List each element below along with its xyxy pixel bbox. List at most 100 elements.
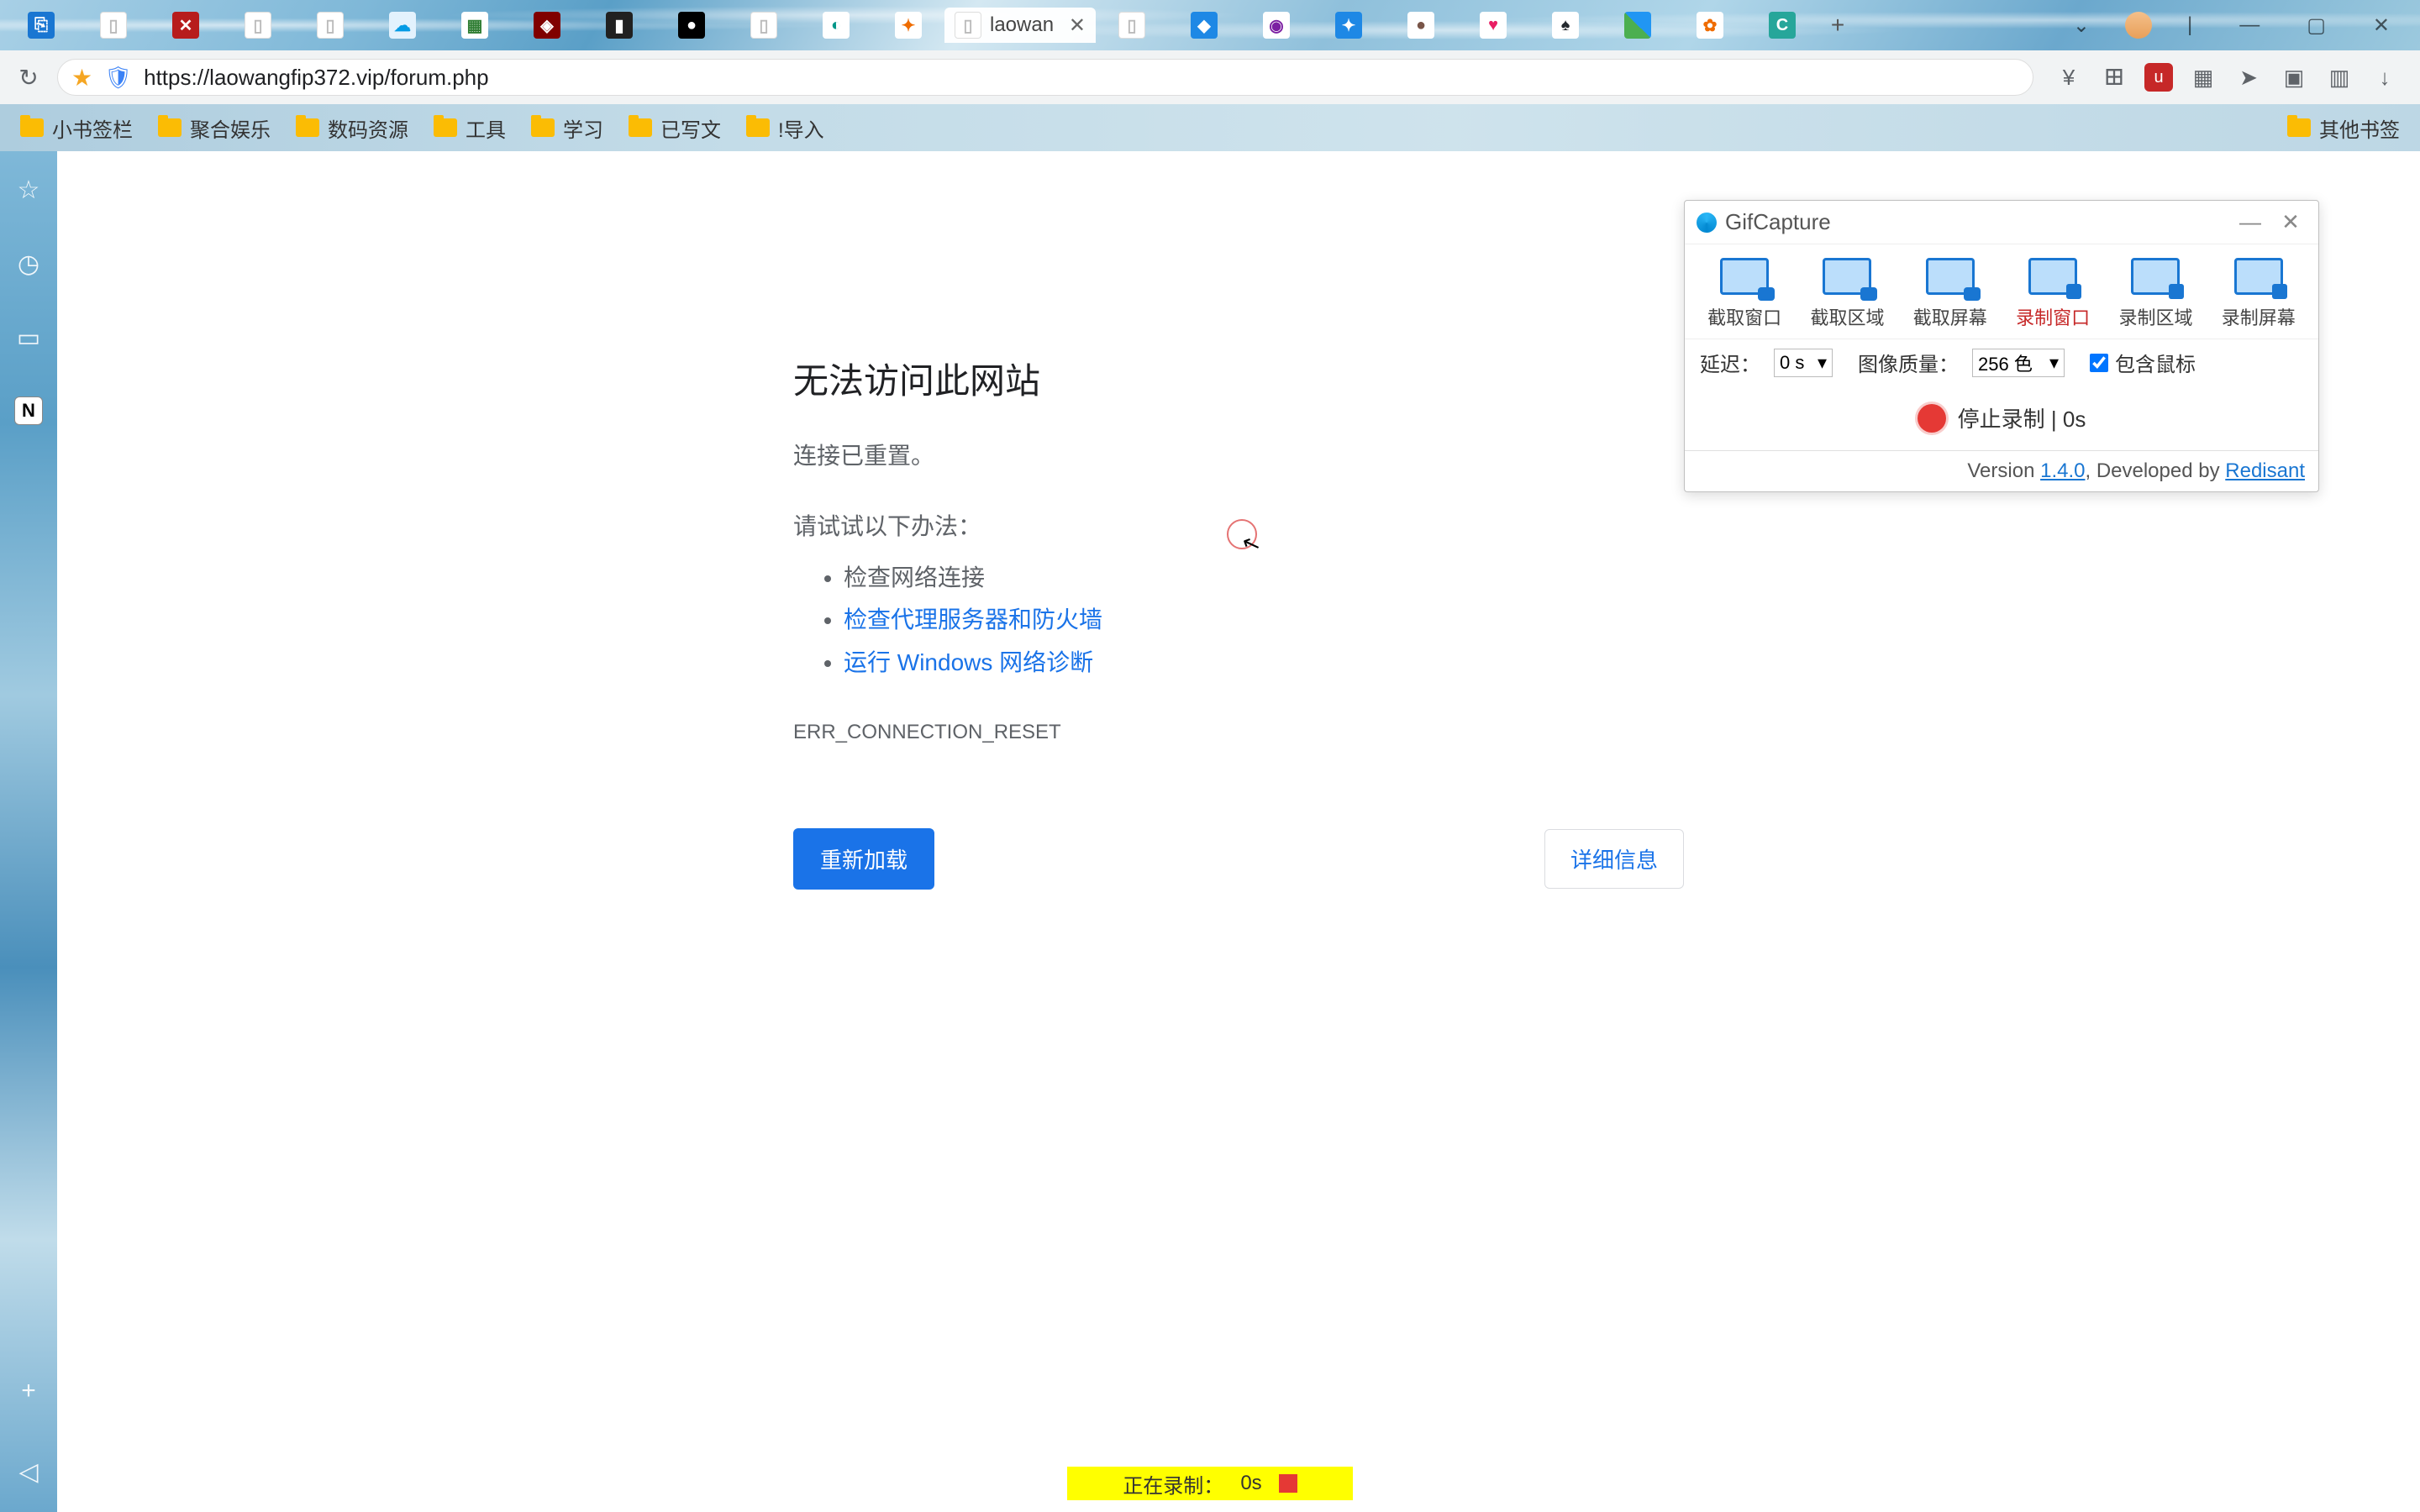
delay-select[interactable]: 0 s▾ [1774, 349, 1833, 377]
sidebar-add-icon[interactable]: + [13, 1376, 44, 1406]
record-window-icon [2028, 258, 2077, 295]
window-close-button[interactable]: ✕ [2361, 8, 2402, 43]
bookmark-folder-7[interactable]: !导入 [746, 113, 824, 143]
error-diag-link[interactable]: 运行 Windows 网络诊断 [844, 649, 1093, 675]
tab-5[interactable]: ▯ [294, 8, 366, 43]
tab-close-icon[interactable]: ✕ [1069, 13, 1086, 38]
sidebar-briefcase-icon[interactable]: ▭ [13, 323, 44, 353]
error-subtext: 连接已重置。 [793, 438, 1684, 471]
ext-panel-icon[interactable]: ▥ [2324, 62, 2354, 92]
new-tab-button[interactable]: + [1818, 8, 1857, 43]
reload-button[interactable]: ↻ [13, 62, 44, 92]
folder-icon [434, 118, 457, 137]
tab-6[interactable]: ☁ [366, 8, 439, 43]
error-suggestion-1: 检查网络连接 [844, 557, 1684, 599]
tab-21[interactable]: ♠ [1529, 8, 1602, 43]
bookmark-star-icon[interactable]: ★ [71, 64, 92, 92]
folder-icon [531, 118, 555, 137]
mode-capture-screen[interactable]: 截取屏幕 [1904, 258, 1996, 330]
tab-list-icon[interactable]: ⌄ [2061, 8, 2102, 43]
address-bar[interactable]: ★ 🛡 https://laowangfip372.vip/forum.php [57, 59, 2033, 96]
error-sub-suffix: 。 [911, 443, 934, 469]
ext-ublock-icon[interactable]: u [2144, 63, 2173, 92]
folder-icon [2287, 118, 2311, 137]
tab-23[interactable]: ✿ [1674, 8, 1746, 43]
browser-toolbar: ↻ ★ 🛡 https://laowangfip372.vip/forum.ph… [0, 50, 2420, 104]
tab-8[interactable]: ◈ [511, 8, 583, 43]
tab-10[interactable]: ● [655, 8, 728, 43]
ext-send-icon[interactable]: ➤ [2233, 62, 2264, 92]
dev-prefix: , Developed by [2085, 459, 2225, 482]
tab-18[interactable]: ✦ [1313, 8, 1385, 43]
tab-16[interactable]: ◆ [1168, 8, 1240, 43]
sidebar-collapse-icon[interactable]: ◁ [13, 1457, 44, 1487]
tab-19[interactable]: ● [1385, 8, 1457, 43]
mode-capture-region[interactable]: 截取区域 [1801, 258, 1893, 330]
tab-7[interactable]: ▦ [439, 8, 511, 43]
folder-icon [296, 118, 319, 137]
tab-3[interactable]: ✕ [150, 8, 222, 43]
error-sub-bold: 已重置 [840, 443, 911, 469]
gifcapture-window[interactable]: GifCapture — ✕ 截取窗口 截取区域 截取屏幕 录制窗口 录制区域 … [1684, 200, 2319, 492]
sidebar-notion-icon[interactable]: N [14, 396, 43, 425]
tab-11[interactable]: ▯ [728, 8, 800, 43]
mode-capture-window[interactable]: 截取窗口 [1698, 258, 1791, 330]
tab-13[interactable]: ✦ [872, 8, 944, 43]
ext-money-icon[interactable]: ¥ [2054, 62, 2084, 92]
bookmark-other[interactable]: 其他书签 [2287, 113, 2400, 143]
mode-record-screen[interactable]: 录制屏幕 [2212, 258, 2305, 330]
tab-20[interactable]: ♥ [1457, 8, 1529, 43]
tab-22[interactable] [1602, 8, 1674, 43]
bookmark-folder-3[interactable]: 数码资源 [296, 113, 408, 143]
gifcapture-titlebar[interactable]: GifCapture — ✕ [1685, 201, 2318, 244]
bookmark-folder-2[interactable]: 聚合娱乐 [158, 113, 271, 143]
tab-4[interactable]: ▯ [222, 8, 294, 43]
error-proxy-link[interactable]: 检查代理服务器和防火墙 [844, 606, 1102, 633]
mode-record-region[interactable]: 录制区域 [2109, 258, 2202, 330]
ext-download-icon[interactable]: ↓ [2370, 62, 2400, 92]
tab-12[interactable]: ◐ [800, 8, 872, 43]
record-region-icon [2131, 258, 2180, 295]
delay-value: 0 s [1780, 352, 1804, 374]
reload-page-button[interactable]: 重新加载 [793, 828, 934, 890]
gifcapture-record-row[interactable]: 停止录制 | 0s [1685, 386, 2318, 450]
tab-15[interactable]: ▯ [1096, 8, 1168, 43]
quality-select[interactable]: 256 色▾ [1972, 349, 2065, 377]
mode-record-window[interactable]: 录制窗口 [2007, 258, 2099, 330]
bookmark-folder-6[interactable]: 已写文 [629, 113, 721, 143]
bookmark-label: 其他书签 [2319, 113, 2400, 143]
bookmark-folder-5[interactable]: 学习 [531, 113, 603, 143]
tab-2[interactable]: ▯ [77, 8, 150, 43]
record-screen-icon [2234, 258, 2283, 295]
sidebar-history-icon[interactable]: ◷ [13, 249, 44, 279]
developer-link[interactable]: Redisant [2225, 459, 2305, 482]
recording-status-bar[interactable]: 正在录制： 0s [1067, 1467, 1353, 1500]
tab-1[interactable]: ⎘ [5, 8, 77, 43]
tab-17[interactable]: ◉ [1240, 8, 1313, 43]
details-button[interactable]: 详细信息 [1544, 829, 1684, 889]
site-shield-icon[interactable]: 🛡 [104, 65, 132, 91]
mode-label: 录制区域 [2118, 303, 2192, 330]
ext-qr2-icon[interactable]: ▦ [2188, 62, 2218, 92]
gifcapture-logo-icon [1697, 213, 1717, 233]
bookmark-folder-1[interactable]: 小书签栏 [20, 113, 133, 143]
profile-avatar-icon[interactable] [2125, 12, 2152, 39]
sidebar-star-icon[interactable]: ☆ [13, 175, 44, 205]
gifcapture-minimize-button[interactable]: — [2234, 209, 2266, 235]
gifcapture-close-button[interactable]: ✕ [2275, 209, 2307, 235]
recording-time: 0s [1240, 1472, 1261, 1495]
reload-icon: ↻ [18, 64, 38, 92]
delay-label: 延迟： [1700, 348, 1760, 377]
window-maximize-button[interactable]: ▢ [2295, 8, 2338, 43]
version-link[interactable]: 1.4.0 [2040, 459, 2085, 482]
tab-active[interactable]: ▯ laowan ✕ [944, 8, 1096, 43]
gifcapture-footer: Version 1.4.0, Developed by Redisant [1685, 450, 2318, 491]
ext-crop-icon[interactable]: ▣ [2279, 62, 2309, 92]
include-mouse-checkbox[interactable] [2090, 354, 2108, 372]
bookmark-folder-4[interactable]: 工具 [434, 113, 506, 143]
tab-24[interactable]: C [1746, 8, 1818, 43]
tab-9[interactable]: ▮ [583, 8, 655, 43]
ext-qr-icon[interactable]: 𐌎 [2099, 62, 2129, 92]
window-minimize-button[interactable]: — [2228, 8, 2271, 42]
stop-recording-button[interactable] [1279, 1474, 1297, 1493]
